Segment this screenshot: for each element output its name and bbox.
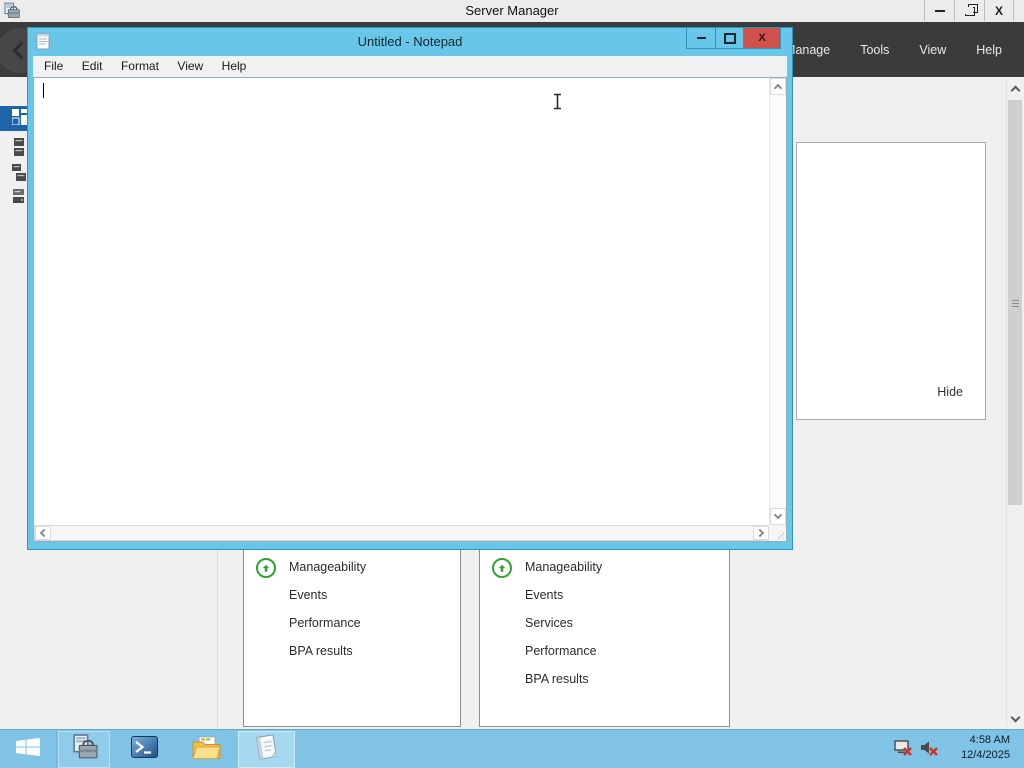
taskbar-button-server-manager[interactable] — [58, 731, 110, 768]
scroll-up-button[interactable] — [1007, 80, 1023, 97]
notepad-edit-region — [33, 77, 787, 542]
close-icon: X — [994, 3, 1003, 18]
minimize-icon — [696, 37, 706, 39]
taskbar-button-powershell[interactable] — [116, 731, 173, 768]
resize-grip[interactable] — [769, 525, 786, 541]
menu-format[interactable]: Format — [114, 56, 166, 73]
tile-row: Events — [480, 583, 729, 611]
scroll-down-button[interactable] — [770, 508, 786, 525]
tile-link-services[interactable]: Services — [525, 616, 573, 630]
restore-icon — [964, 4, 978, 16]
scrollbar-thumb[interactable] — [1008, 100, 1022, 505]
powershell-icon — [131, 736, 158, 763]
chevron-down-icon — [773, 510, 783, 520]
notepad-icon — [253, 733, 280, 766]
notepad-minimize-button[interactable] — [687, 28, 715, 48]
desktop: Server Manager X Manage Tools View Help — [0, 0, 1024, 768]
tile-row: Manageability — [244, 555, 460, 583]
chevron-right-icon — [755, 528, 765, 538]
notepad-maximize-button[interactable] — [715, 28, 743, 48]
chevron-left-icon — [39, 528, 49, 538]
dashboard-icon — [11, 109, 28, 130]
notification-panel: Hide — [796, 142, 986, 420]
tile-row: Performance — [244, 611, 460, 639]
hide-link[interactable]: Hide — [937, 385, 963, 399]
tile-link-manageability[interactable]: Manageability — [289, 560, 366, 574]
server-manager-scrollbar[interactable] — [1006, 80, 1023, 727]
start-button[interactable] — [0, 731, 57, 768]
notepad-titlebar[interactable]: Untitled - Notepad X — [28, 28, 792, 56]
notepad-vertical-scrollbar[interactable] — [769, 78, 786, 525]
notepad-text-area[interactable] — [34, 78, 769, 525]
notepad-window: Untitled - Notepad X File Edit Format Vi… — [28, 28, 792, 549]
tile-row: Services — [480, 611, 729, 639]
tile-link-performance[interactable]: Performance — [525, 644, 597, 658]
menubar-item-tools[interactable]: Tools — [858, 39, 891, 61]
tile-row: Manageability — [480, 555, 729, 583]
tile-link-performance[interactable]: Performance — [289, 616, 361, 630]
server-manager-window-title: Server Manager — [465, 3, 559, 18]
scrollbar-grip-icon — [1012, 300, 1019, 309]
tile-link-manageability[interactable]: Manageability — [525, 560, 602, 574]
status-up-icon — [256, 558, 276, 578]
menubar-item-view[interactable]: View — [917, 39, 948, 61]
scroll-down-button[interactable] — [1007, 710, 1023, 727]
tile-row: BPA results — [244, 639, 460, 667]
server-manager-icon — [71, 733, 98, 766]
file-storage-services-icon — [12, 187, 26, 211]
windows-logo-icon — [16, 738, 40, 761]
chevron-down-icon — [1010, 712, 1020, 722]
menu-file[interactable]: File — [37, 56, 70, 73]
scroll-right-button[interactable] — [753, 526, 769, 540]
taskbar-button-file-explorer[interactable] — [178, 731, 235, 768]
notepad-horizontal-scrollbar[interactable] — [34, 525, 770, 541]
taskbar-clock[interactable]: 4:58 AM 12/4/2025 — [930, 733, 1010, 763]
tile-link-events[interactable]: Events — [289, 588, 327, 602]
notepad-close-button[interactable]: X — [743, 28, 780, 48]
tile-row: BPA results — [480, 667, 729, 695]
tray-network-icon[interactable] — [894, 738, 914, 760]
chevron-up-icon — [773, 83, 783, 93]
notepad-menubar: File Edit Format View Help — [33, 56, 787, 77]
local-server-icon — [12, 138, 26, 162]
tile-link-bpa-results[interactable]: BPA results — [525, 672, 589, 686]
tile-row: Events — [244, 583, 460, 611]
server-manager-menubar: Manage Tools View Help — [783, 22, 1004, 77]
tile-link-events[interactable]: Events — [525, 588, 563, 602]
maximize-icon — [723, 32, 736, 44]
status-up-icon — [492, 558, 512, 578]
notepad-window-controls: X — [686, 28, 781, 49]
folder-icon — [192, 736, 221, 764]
clock-time: 4:58 AM — [969, 734, 1010, 746]
taskbar: 4:58 AM 12/4/2025 — [0, 729, 1024, 768]
close-icon: X — [758, 31, 766, 44]
server-manager-close-button[interactable]: X — [984, 0, 1014, 21]
server-manager-titlebar[interactable]: Server Manager X — [0, 0, 1024, 22]
tile-row: Performance — [480, 639, 729, 667]
chevron-up-icon — [1010, 85, 1020, 95]
server-manager-window-controls: X — [924, 0, 1014, 21]
text-caret — [43, 83, 44, 98]
scroll-left-button[interactable] — [35, 526, 51, 540]
clock-date: 12/4/2025 — [961, 749, 1010, 761]
server-manager-restore-button[interactable] — [954, 0, 984, 21]
menu-edit[interactable]: Edit — [75, 56, 110, 73]
menubar-item-help[interactable]: Help — [974, 39, 1004, 61]
server-manager-minimize-button[interactable] — [924, 0, 954, 21]
tile-link-bpa-results[interactable]: BPA results — [289, 644, 353, 658]
notepad-window-title: Untitled - Notepad — [357, 34, 463, 49]
scroll-up-button[interactable] — [770, 78, 786, 95]
menu-view[interactable]: View — [170, 56, 210, 73]
menu-help[interactable]: Help — [215, 56, 254, 73]
taskbar-button-notepad[interactable] — [238, 731, 295, 768]
minimize-icon — [934, 9, 945, 12]
